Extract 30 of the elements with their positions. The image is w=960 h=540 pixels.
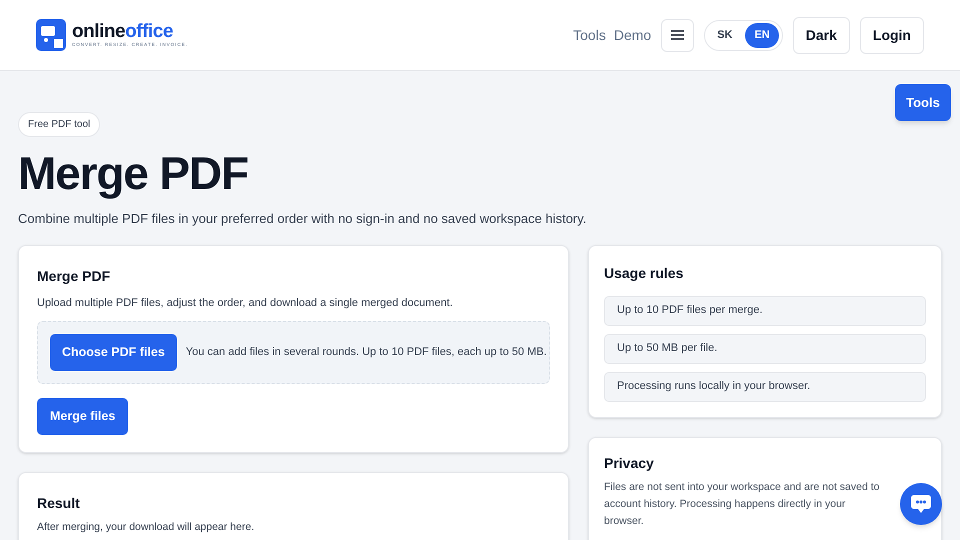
- logo-wordmark: online: [72, 22, 126, 42]
- card-description: Upload multiple PDF files, adjust the order, and download a single merged document.: [37, 296, 454, 310]
- menu-button[interactable]: [661, 18, 694, 52]
- tool-badge: Free PDF tool: [18, 112, 100, 137]
- rule-item: Processing runs locally in your browser.: [604, 372, 926, 402]
- page-subtitle: Combine multiple PDF files in your preferred order with no sign-in and no saved workspace history.: [18, 210, 588, 228]
- rule-item: Up to 50 MB per file.: [604, 334, 926, 364]
- page-title: Merge PDF: [18, 147, 249, 199]
- theme-button[interactable]: Dark: [792, 16, 850, 54]
- menu-icon: [671, 30, 684, 40]
- merge-button[interactable]: Merge files: [37, 398, 128, 435]
- logo-wordmark-accent: office: [125, 22, 173, 42]
- upload-dropzone[interactable]: Choose PDF files You can add files in several rounds. Up to 10 PDF files, each up to 50 MB.: [37, 321, 550, 384]
- login-button[interactable]: Login: [860, 16, 924, 54]
- card-title: Privacy: [604, 454, 655, 473]
- card-title: Usage rules: [604, 264, 684, 283]
- card-text: After merging, your download will appear here.: [37, 520, 256, 535]
- upload-hint: You can add files in several rounds. Up to 10 PDF files, each up to 50 MB.: [186, 345, 547, 360]
- logo-icon: [36, 19, 66, 51]
- card-title: Merge PDF: [37, 266, 112, 286]
- nav-link[interactable]: Demo: [614, 24, 652, 46]
- language-option[interactable]: SK: [708, 22, 742, 48]
- card-title: Result: [37, 494, 81, 513]
- tools-button[interactable]: Tools: [895, 84, 951, 121]
- choose-files-button[interactable]: Choose PDF files: [50, 334, 177, 371]
- rule-item: Up to 10 PDF files per merge.: [604, 296, 926, 326]
- chat-bubble-icon: [910, 494, 932, 514]
- nav-link[interactable]: Tools: [573, 24, 606, 46]
- language-option[interactable]: EN: [745, 22, 779, 48]
- card-text: Files are not sent into your workspace and are not saved to account history. Processing happens directly in your browser.: [604, 480, 880, 528]
